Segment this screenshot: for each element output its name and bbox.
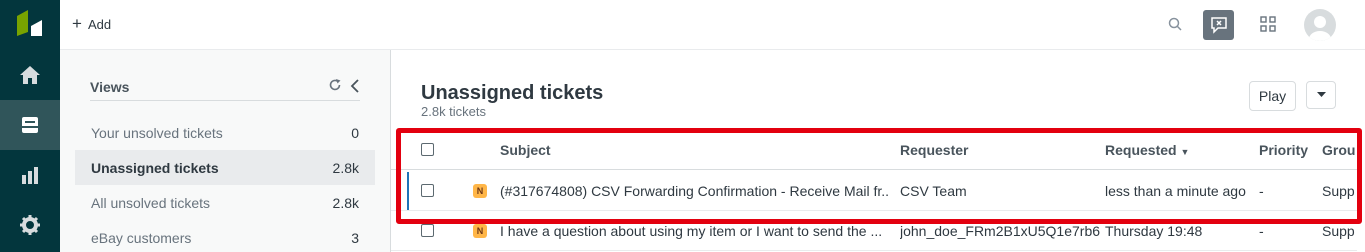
column-requester[interactable]: Requester <box>900 142 968 158</box>
ticket-subject[interactable]: I have a question about using my item or… <box>500 223 890 239</box>
conversations-button[interactable] <box>1203 10 1234 40</box>
sort-desc-icon: ▼ <box>1180 147 1190 157</box>
table-row[interactable]: N I have a question about using my item … <box>391 211 1365 251</box>
select-all-checkbox[interactable] <box>421 143 434 156</box>
view-item-ebay-customers[interactable]: eBay customers 3 <box>75 220 375 252</box>
views-panel: Views Your unsolved tickets 0 Unassigned… <box>60 50 391 252</box>
add-button-label: Add <box>87 16 112 32</box>
view-item-label: eBay customers <box>91 229 192 246</box>
ticket-requested: less than a minute ago <box>1105 183 1246 199</box>
view-item-label: All unsolved tickets <box>91 194 211 211</box>
bar-chart-icon <box>22 167 38 184</box>
view-item-label: Your unsolved tickets <box>91 124 223 141</box>
plus-icon: + <box>72 14 82 33</box>
refresh-icon[interactable] <box>328 78 342 95</box>
ticket-priority: - <box>1259 223 1264 239</box>
zendesk-logo-icon[interactable] <box>14 10 46 38</box>
ticket-group: Supp <box>1322 223 1355 239</box>
gear-icon <box>20 215 40 235</box>
chat-bubble-icon <box>1210 17 1227 34</box>
row-checkbox[interactable] <box>421 224 434 237</box>
avatar[interactable] <box>1304 9 1336 41</box>
view-item-all-unsolved[interactable]: All unsolved tickets 2.8k <box>75 185 375 220</box>
product-tray-icon[interactable] <box>1260 16 1276 35</box>
selected-row-marker <box>407 172 409 210</box>
scrollbar[interactable] <box>1357 128 1365 252</box>
ticket-requester: CSV Team <box>900 183 967 199</box>
home-icon <box>20 66 40 84</box>
caret-down-icon <box>1316 92 1326 97</box>
status-badge: N <box>473 224 487 238</box>
table-header: Subject Requester Requested ▼ Priority G… <box>391 130 1365 170</box>
ticket-count: 2.8k tickets <box>421 104 487 119</box>
collapse-chevron-icon[interactable] <box>350 79 360 96</box>
column-priority[interactable]: Priority <box>1259 142 1308 158</box>
views-nav-item[interactable] <box>0 100 60 150</box>
ticket-priority: - <box>1259 183 1264 199</box>
status-badge: N <box>473 184 487 198</box>
product-rail <box>0 0 60 252</box>
ticket-list-main: Unassigned tickets 2.8k tickets Play Sub… <box>391 50 1365 252</box>
ticket-group: Supp <box>1322 183 1355 199</box>
ticket-requested: Thursday 19:48 <box>1105 223 1203 239</box>
column-subject[interactable]: Subject <box>500 142 551 158</box>
view-item-label: Unassigned tickets <box>91 159 219 176</box>
home-nav-item[interactable] <box>0 50 60 100</box>
view-item-unassigned[interactable]: Unassigned tickets 2.8k <box>75 150 375 185</box>
view-item-your-unsolved[interactable]: Your unsolved tickets 0 <box>75 115 375 150</box>
column-group[interactable]: Grou <box>1322 142 1355 158</box>
view-item-count: 0 <box>351 124 359 141</box>
view-item-count: 2.8k <box>332 194 359 211</box>
view-item-count: 3 <box>351 229 359 246</box>
view-item-count: 2.8k <box>332 159 359 176</box>
views-title: Views <box>90 79 130 95</box>
reporting-nav-item[interactable] <box>0 150 60 200</box>
row-checkbox[interactable] <box>421 184 434 197</box>
admin-nav-item[interactable] <box>0 200 60 250</box>
play-button[interactable]: Play <box>1249 81 1296 111</box>
table-row[interactable]: N (#317674808) CSV Forwarding Confirmati… <box>391 171 1365 211</box>
add-button[interactable]: + Add <box>72 14 112 33</box>
column-requested[interactable]: Requested ▼ <box>1105 142 1189 158</box>
ticket-requester: john_doe_FRm2B1xU5Q1e7rb6 <box>900 223 1101 239</box>
column-requested-label: Requested <box>1105 142 1177 158</box>
search-icon[interactable] <box>1168 17 1182 34</box>
page-title: Unassigned tickets <box>421 82 604 104</box>
view-options-dropdown[interactable] <box>1306 81 1336 109</box>
ticket-subject[interactable]: (#317674808) CSV Forwarding Confirmation… <box>500 183 890 199</box>
user-icon <box>1309 16 1331 41</box>
top-bar: + Add <box>60 0 1365 50</box>
inbox-icon <box>22 117 38 133</box>
views-header: Views <box>90 77 360 101</box>
